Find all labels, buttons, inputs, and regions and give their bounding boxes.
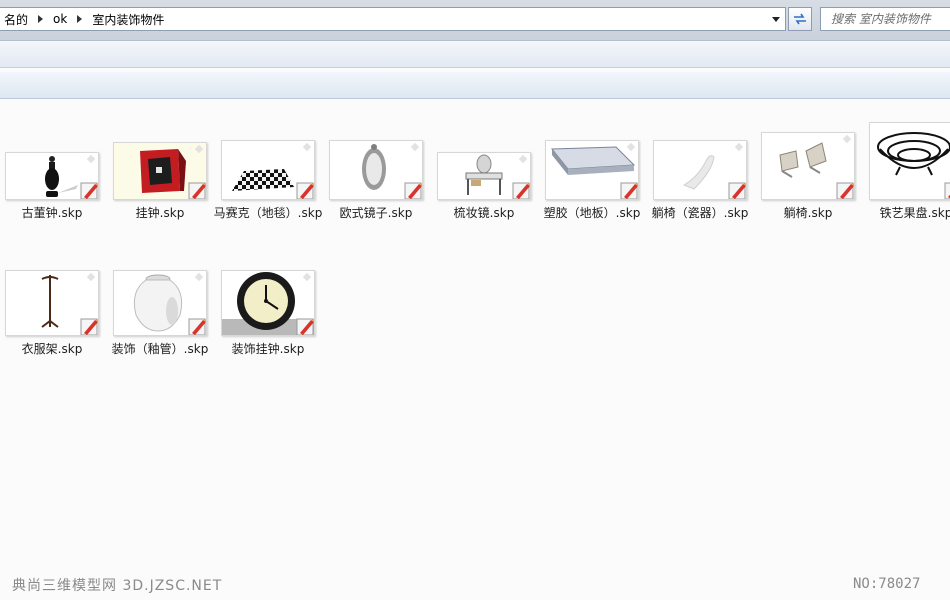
file-item[interactable]: 躺椅.skp: [753, 132, 863, 222]
dressing-mirror-thumbnail-icon: [437, 152, 531, 200]
search-box[interactable]: [820, 7, 950, 31]
plastic-floor-thumbnail-icon: [545, 140, 639, 200]
file-name: 马赛克（地毯）.skp: [213, 206, 323, 220]
mosaic-carpet-thumbnail-icon: [221, 140, 315, 200]
lounge-chair-thumbnail-icon: [761, 132, 855, 200]
file-name: 欧式镜子.skp: [339, 206, 413, 220]
glazed-vase-thumbnail-icon: [113, 270, 207, 336]
address-dropdown-button[interactable]: [767, 8, 785, 30]
decorative-wall-clock-thumbnail-icon: [221, 270, 315, 336]
column-header-bar: [0, 72, 950, 99]
file-name: 梳妆镜.skp: [453, 206, 515, 220]
file-name: 躺椅.skp: [783, 206, 833, 220]
breadcrumb-item[interactable]: ok: [49, 12, 71, 26]
breadcrumb-item[interactable]: 名的: [0, 11, 32, 28]
file-item[interactable]: 梳妆镜.skp: [429, 152, 539, 222]
sketchup-file-icon: [188, 318, 206, 335]
sketchup-file-icon: [512, 182, 530, 199]
file-item[interactable]: 塑胶（地板）.skp: [537, 140, 647, 222]
refresh-button[interactable]: [788, 7, 812, 31]
file-item[interactable]: 挂钟.skp: [105, 142, 215, 222]
wall-clock-thumbnail-icon: [113, 142, 207, 200]
file-name: 塑胶（地板）.skp: [543, 206, 641, 220]
watermark-text: 典尚三维模型网 3D.JZSC.NET: [12, 578, 223, 594]
search-input[interactable]: [829, 11, 950, 27]
file-name: 装饰挂钟.skp: [231, 342, 305, 356]
refresh-icon: [794, 13, 806, 25]
sketchup-file-icon: [188, 182, 206, 199]
sketchup-file-icon: [620, 182, 638, 199]
file-name: 挂钟.skp: [135, 206, 185, 220]
file-item[interactable]: 马赛克（地毯）.skp: [213, 140, 323, 222]
porcelain-lounger-thumbnail-icon: [653, 140, 747, 200]
sketchup-file-icon: [80, 182, 98, 199]
sketchup-file-icon: [80, 318, 98, 335]
file-name: 铁艺果盘.skp: [879, 206, 950, 220]
breadcrumb-arrow-icon[interactable]: [77, 15, 83, 23]
file-item[interactable]: 装饰挂钟.skp: [213, 270, 323, 358]
file-name: 躺椅（瓷器）.skp: [651, 206, 749, 220]
sketchup-file-icon: [836, 182, 854, 199]
file-item[interactable]: 铁艺果盘.skp: [861, 122, 950, 222]
sketchup-file-icon: [296, 182, 314, 199]
watermark-number: NO:78027: [853, 576, 921, 592]
file-item[interactable]: 衣服架.skp: [0, 270, 107, 358]
address-bar[interactable]: 名的 ok 室内装饰物件: [0, 7, 786, 31]
file-item[interactable]: 装饰（釉管）.skp: [105, 270, 215, 358]
coat-rack-thumbnail-icon: [5, 270, 99, 336]
file-item[interactable]: 躺椅（瓷器）.skp: [645, 140, 755, 222]
iron-fruit-bowl-thumbnail-icon: [869, 122, 950, 200]
breadcrumb-item[interactable]: 室内装饰物件: [88, 11, 168, 28]
sketchup-file-icon: [296, 318, 314, 335]
european-mirror-thumbnail-icon: [329, 140, 423, 200]
antique-clock-thumbnail-icon: [5, 152, 99, 200]
file-name: 衣服架.skp: [21, 342, 83, 356]
file-name: 装饰（釉管）.skp: [111, 342, 209, 356]
address-toolbar: 名的 ok 室内装饰物件: [0, 0, 950, 41]
sketchup-file-icon: [728, 182, 746, 199]
file-item[interactable]: 古董钟.skp: [0, 152, 107, 222]
file-name: 古董钟.skp: [21, 206, 83, 220]
sketchup-file-icon: [944, 182, 950, 199]
command-bar: [0, 41, 950, 68]
sketchup-file-icon: [404, 182, 422, 199]
chevron-down-icon: [772, 16, 780, 22]
file-item[interactable]: 欧式镜子.skp: [321, 140, 431, 222]
breadcrumb-arrow-icon[interactable]: [38, 15, 44, 23]
